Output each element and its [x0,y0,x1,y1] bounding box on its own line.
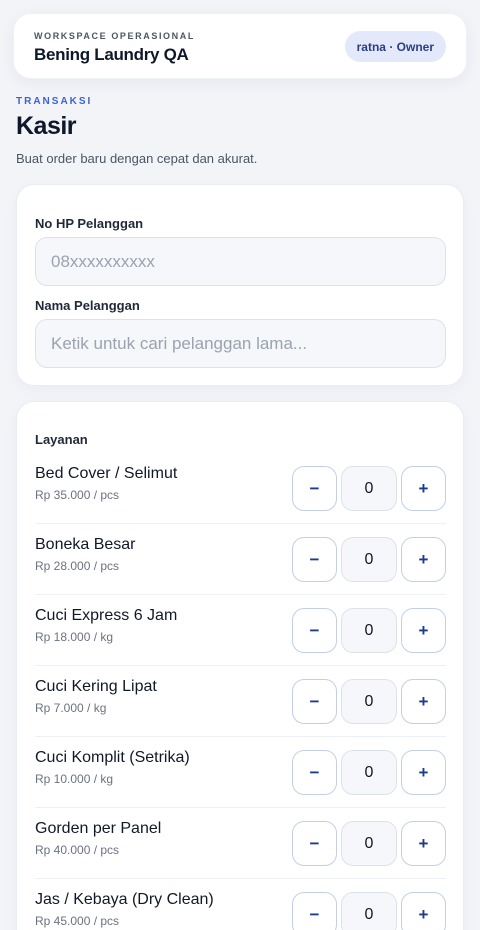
increment-button[interactable]: + [401,821,446,866]
service-price: Rp 45.000 / pcs [35,914,120,928]
increment-button[interactable]: + [401,679,446,724]
service-price: Rp 40.000 / pcs [35,843,120,857]
service-price: Rp 18.000 / kg [35,630,114,644]
quantity-stepper: −+ [292,892,446,930]
quantity-stepper: −+ [292,821,446,866]
service-price: Rp 7.000 / kg [35,701,107,715]
increment-button[interactable]: + [401,892,446,930]
quantity-input[interactable] [341,537,397,582]
decrement-button[interactable]: − [292,821,337,866]
increment-button[interactable]: + [401,750,446,795]
decrement-button[interactable]: − [292,679,337,724]
quantity-stepper: −+ [292,750,446,795]
service-name: Boneka Besar [35,536,136,553]
quantity-stepper: −+ [292,679,446,724]
service-row: Cuci Kering LipatRp 7.000 / kg−+ [35,666,446,737]
service-price: Rp 28.000 / pcs [35,559,120,573]
customer-name-input[interactable] [35,319,446,368]
service-row: Cuci Komplit (Setrika)Rp 10.000 / kg−+ [35,737,446,808]
quantity-input[interactable] [341,821,397,866]
customer-name-label: Nama Pelanggan [35,298,140,313]
increment-button[interactable]: + [401,466,446,511]
workspace-label: WORKSPACE OPERASIONAL [34,31,195,41]
decrement-button[interactable]: − [292,466,337,511]
phone-input[interactable] [35,237,446,286]
phone-label: No HP Pelanggan [35,216,144,231]
decrement-button[interactable]: − [292,608,337,653]
service-row: Jas / Kebaya (Dry Clean) Rp 45.000 / pcs −… [35,879,446,930]
decrement-button[interactable]: − [292,892,337,930]
services-card: Layanan Bed Cover / Selimut Rp 35.000 / p… [16,401,464,930]
service-name: Jas / Kebaya (Dry Clean) [35,891,214,908]
quantity-stepper: −+ [292,466,446,511]
workspace-header: WORKSPACE OPERASIONAL Bening Laundry QA … [13,13,467,79]
quantity-input[interactable] [341,892,397,930]
section-label: TRANSAKSI [16,96,93,107]
service-price: Rp 35.000 / pcs [35,488,120,502]
quantity-stepper: −+ [292,537,446,582]
increment-button[interactable]: + [401,537,446,582]
quantity-input[interactable] [341,608,397,653]
service-row: Bed Cover / SelimutRp 35.000 / pcs−+ [35,453,446,524]
service-row: Cuci Express 6 JamRp 18.000 / kg−+ [35,595,446,666]
decrement-button[interactable]: − [292,750,337,795]
service-name: Bed Cover / Selimut [35,465,178,482]
customer-card: No HP Pelanggan Nama Pelanggan [16,184,464,386]
service-row: Gorden per PanelRp 40.000 / pcs−+ [35,808,446,879]
page-subtitle: Buat order baru dengan cepat dan akurat. [16,151,258,166]
service-name: Cuci Komplit (Setrika) [35,749,190,766]
service-row: Boneka BesarRp 28.000 / pcs−+ [35,524,446,595]
increment-button[interactable]: + [401,608,446,653]
workspace-name: Bening Laundry QA [34,45,189,64]
services-title: Layanan [35,432,88,447]
quantity-input[interactable] [341,679,397,724]
quantity-input[interactable] [341,750,397,795]
service-list: Bed Cover / SelimutRp 35.000 / pcs−+Bone… [35,453,446,930]
service-name: Cuci Kering Lipat [35,678,157,695]
service-name: Gorden per Panel [35,820,162,837]
cashier-page: WORKSPACE OPERASIONAL Bening Laundry QA … [0,0,480,930]
user-role-badge[interactable]: ratna · Owner [344,31,446,62]
service-price: Rp 10.000 / kg [35,772,114,786]
service-name: Cuci Express 6 Jam [35,607,178,624]
quantity-input[interactable] [341,466,397,511]
page-title: Kasir [16,112,77,140]
quantity-stepper: −+ [292,608,446,653]
decrement-button[interactable]: − [292,537,337,582]
